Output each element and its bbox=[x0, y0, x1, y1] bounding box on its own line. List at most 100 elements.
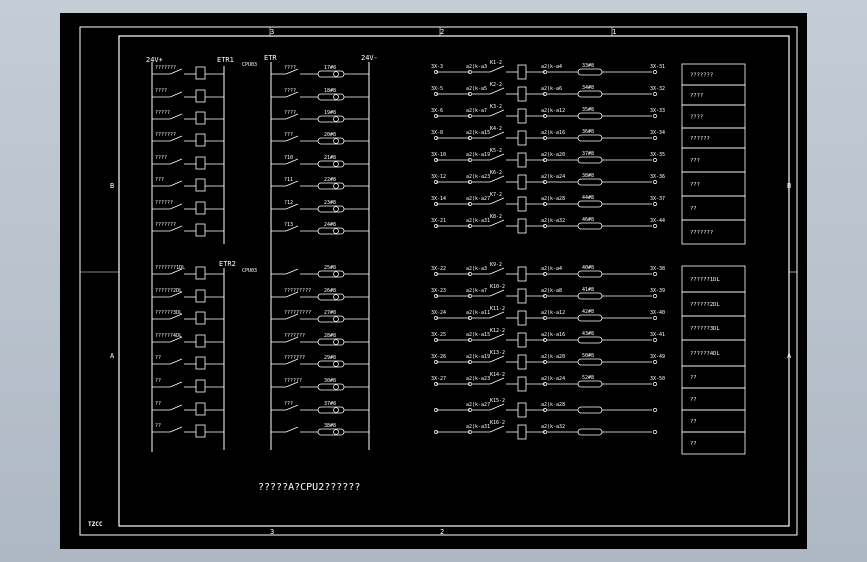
legend-text: ?? bbox=[690, 375, 697, 381]
output-code: 37#8 bbox=[324, 401, 336, 407]
cable-code: 33#8 bbox=[582, 63, 594, 69]
output-label: ????????? bbox=[284, 288, 311, 294]
cable-code: 50#8 bbox=[582, 353, 594, 359]
output-code: 21#8 bbox=[324, 155, 336, 161]
bus-negative-label: 24V- bbox=[361, 54, 378, 62]
output-label: ?10 bbox=[284, 155, 293, 161]
output-label: ???? bbox=[284, 65, 296, 71]
terminal-label: 3X-12 bbox=[431, 174, 446, 180]
terminal-label: 3X-5 bbox=[431, 86, 443, 92]
legend-text: ?? bbox=[690, 441, 697, 447]
legend-text: ???? bbox=[690, 115, 703, 121]
wire-tag: a2(k-a27 bbox=[466, 402, 490, 408]
wire-tag: a2(k-a19 bbox=[466, 152, 490, 158]
end-terminal-label: 3X-50 bbox=[650, 376, 665, 382]
end-terminal-label: 3X-49 bbox=[650, 354, 665, 360]
wire-tag: a2(k-a3 bbox=[466, 64, 487, 70]
terminal-label: 3X-8 bbox=[431, 130, 443, 136]
end-terminal-label: 3X-40 bbox=[650, 310, 665, 316]
relay-contact-label: K15-2 bbox=[490, 398, 505, 404]
relay-contact-label: K5-2 bbox=[490, 148, 502, 154]
end-terminal-label: 3X-44 bbox=[650, 218, 665, 224]
relay-contact-label: K14-2 bbox=[490, 372, 505, 378]
terminal-label: 3X-25 bbox=[431, 332, 446, 338]
input-label: ???? bbox=[155, 88, 167, 94]
end-terminal-label: 3X-34 bbox=[650, 130, 665, 136]
wire-tag-2: a2(k-a32 bbox=[541, 218, 565, 224]
zone-right-b: B bbox=[787, 182, 791, 190]
legend-text: ??????? bbox=[690, 73, 713, 79]
legend-text: ??????2DL bbox=[690, 302, 720, 308]
terminal-label: 3X-14 bbox=[431, 196, 446, 202]
end-terminal-label: 3X-39 bbox=[650, 288, 665, 294]
relay-contact-label: K2-2 bbox=[490, 82, 502, 88]
output-code: 29#8 bbox=[324, 355, 336, 361]
legend-text: ??????3DL bbox=[690, 326, 720, 332]
relay-contact-label: K3-2 bbox=[490, 104, 502, 110]
wire-tag: a2(k-a7 bbox=[466, 288, 487, 294]
cable-code: 44#8 bbox=[582, 195, 594, 201]
cable-code: 43#8 bbox=[582, 331, 594, 337]
end-terminal-label: 3X-41 bbox=[650, 332, 665, 338]
wire-tag: a2(k-a23 bbox=[466, 376, 490, 382]
relay-contact-label: K7-2 bbox=[490, 192, 502, 198]
output-code: 30#8 bbox=[324, 378, 336, 384]
etr-label: ETR bbox=[264, 54, 277, 62]
title-block-text: TZCC bbox=[88, 521, 103, 528]
legend-text: ??? bbox=[690, 182, 700, 188]
input-label: ??????2DL bbox=[155, 288, 182, 294]
legend-text: ??????4DL bbox=[690, 351, 720, 357]
output-label: ??? bbox=[284, 401, 293, 407]
output-label: ?13 bbox=[284, 222, 293, 228]
cable-code: 35#8 bbox=[582, 107, 594, 113]
cable-code: 40#8 bbox=[582, 265, 594, 271]
relay-contact-label: K6-2 bbox=[490, 170, 502, 176]
zone-bottom-2: 2 bbox=[440, 528, 444, 536]
wire-tag-2: a2(k-a20 bbox=[541, 354, 565, 360]
wire-tag-2: a2(k-a16 bbox=[541, 332, 565, 338]
zone-left-b: B bbox=[110, 182, 114, 190]
terminal-label: 3X-10 bbox=[431, 152, 446, 158]
legend-text: ?? bbox=[690, 397, 697, 403]
input-label: ????? bbox=[155, 110, 170, 116]
terminal-label: 3X-24 bbox=[431, 310, 446, 316]
wire-tag: a2(k-a15 bbox=[466, 332, 490, 338]
terminal-label: 3X-22 bbox=[431, 266, 446, 272]
relay-contact-label: K11-2 bbox=[490, 306, 505, 312]
cpu-tag-2: CPU03 bbox=[242, 268, 257, 274]
terminal-label: 3X-27 bbox=[431, 376, 446, 382]
end-terminal-label: 3X-31 bbox=[650, 64, 665, 70]
etr2-label: ETR2 bbox=[219, 260, 236, 268]
wire-tag-2: a2(k-a24 bbox=[541, 174, 565, 180]
output-code: 38#8 bbox=[324, 423, 336, 429]
relay-contact-label: K8-2 bbox=[490, 214, 502, 220]
legend-text: ???? bbox=[690, 93, 703, 99]
relay-contact-label: K16-2 bbox=[490, 420, 505, 426]
wire-tag: a2(k-a23 bbox=[466, 174, 490, 180]
output-code: 18#8 bbox=[324, 88, 336, 94]
output-label: ???? bbox=[284, 88, 296, 94]
output-code: 22#8 bbox=[324, 177, 336, 183]
input-label: ?? bbox=[155, 423, 161, 429]
relay-contact-label: K13-2 bbox=[490, 350, 505, 356]
output-code: 23#8 bbox=[324, 200, 336, 206]
end-terminal-label: 3X-32 bbox=[650, 86, 665, 92]
output-code: 26#8 bbox=[324, 288, 336, 294]
wire-tag: a2(k-a31 bbox=[466, 218, 490, 224]
wire-tag: a2(k-a11 bbox=[466, 310, 490, 316]
cable-code: 46#8 bbox=[582, 217, 594, 223]
output-label: ????????? bbox=[284, 310, 311, 316]
terminal-label: 3X-6 bbox=[431, 108, 443, 114]
wire-tag-2: a2(k-a6 bbox=[541, 86, 562, 92]
input-label: ??? bbox=[155, 177, 164, 183]
cable-code: 41#8 bbox=[582, 287, 594, 293]
wire-tag: a2(k-a5 bbox=[466, 86, 487, 92]
schematic-drawing: 3 2 1 3 2 B A B A TZCC 24V+ ETR1 ETR 24V… bbox=[60, 13, 807, 549]
legend-text: ??????1DL bbox=[690, 277, 720, 283]
input-label: ?????? bbox=[155, 200, 173, 206]
legend-text: ?????? bbox=[690, 136, 710, 142]
cable-code: 36#8 bbox=[582, 129, 594, 135]
input-label: ??????? bbox=[155, 222, 176, 228]
legend-text: ?? bbox=[690, 206, 697, 212]
output-code: 28#8 bbox=[324, 333, 336, 339]
